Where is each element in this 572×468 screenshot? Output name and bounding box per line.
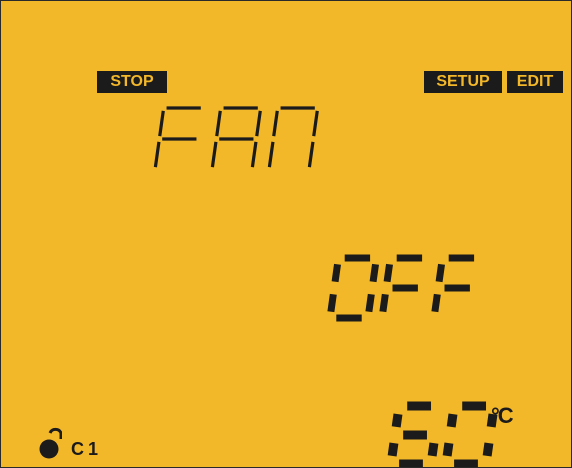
segment-e [267, 141, 275, 168]
stop-indicator: STOP [97, 71, 167, 93]
segment-f [383, 263, 393, 283]
channel-label: C1 [71, 439, 103, 459]
segment-e [153, 141, 161, 168]
temperature-display [387, 401, 498, 467]
unlocked-padlock-icon [39, 427, 62, 459]
segment-char-0 [442, 401, 498, 467]
segment-f [331, 263, 341, 283]
segment-c [427, 442, 439, 457]
segment-e [327, 293, 337, 313]
segment-c [482, 442, 494, 457]
temperature-unit: °C [491, 403, 514, 428]
segment-f [215, 110, 222, 137]
segment-f [391, 413, 403, 428]
edit-indicator: EDIT [507, 71, 563, 93]
segment-char-f [431, 254, 475, 313]
segment-char-a [210, 106, 262, 168]
segment-char-f [153, 106, 201, 168]
setup-indicator: SETUP [424, 71, 502, 93]
parameter-name-display [153, 106, 319, 168]
segment-char-o [327, 254, 379, 322]
lcd-display: STOP SETUP EDIT °C C1 [0, 0, 572, 468]
segment-b [312, 110, 319, 137]
segment-f [158, 110, 165, 137]
segment-c [365, 293, 375, 313]
segment-e [379, 293, 389, 313]
segment-char-n [267, 106, 319, 168]
segment-e [387, 442, 399, 457]
segment-e [210, 141, 218, 168]
segment-f [446, 413, 458, 428]
parameter-value-display [327, 254, 475, 322]
segment-c [307, 141, 315, 168]
segment-f [435, 263, 445, 283]
segment-c [250, 141, 258, 168]
segment-char-6 [387, 401, 439, 467]
segment-b [255, 110, 262, 137]
segment-b [369, 263, 379, 283]
segment-f [272, 110, 279, 137]
segment-e [431, 293, 441, 313]
segment-char-f [379, 254, 423, 313]
segment-e [442, 442, 454, 457]
